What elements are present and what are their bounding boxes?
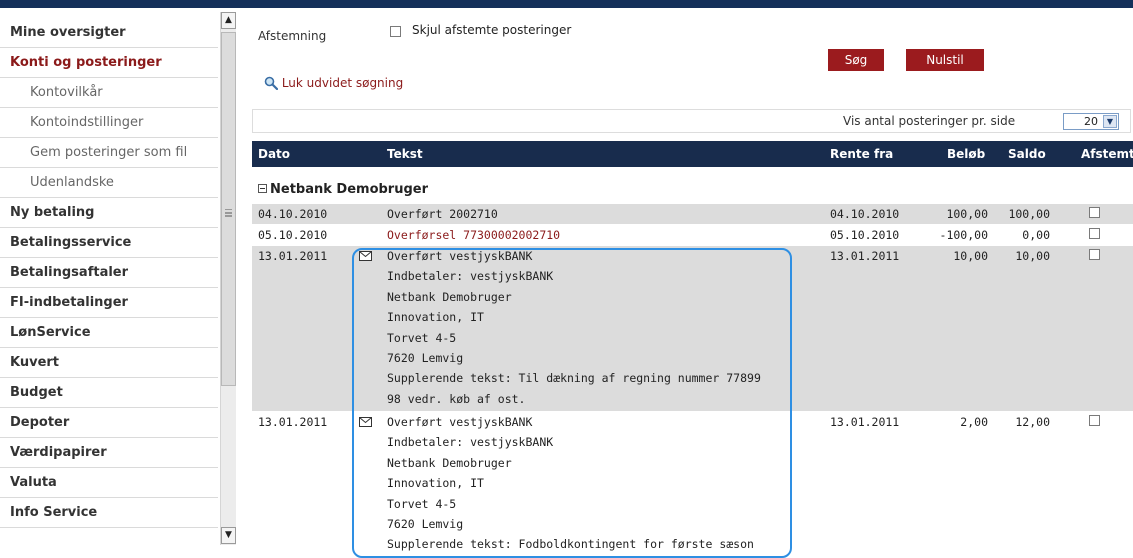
sidebar-item-gem-posteringer[interactable]: Gem posteringer som fil: [0, 138, 218, 168]
table-row: 05.10.2010 Overførsel 77300002002710 05.…: [252, 225, 1133, 245]
sidebar-item-kuvert[interactable]: Kuvert: [0, 348, 218, 378]
col-tekst[interactable]: Tekst: [387, 147, 423, 161]
hide-reconciled-label: Skjul afstemte posteringer: [412, 23, 572, 37]
close-extended-search-label: Luk udvidet søgning: [281, 76, 404, 90]
group-name: Netbank Demobruger: [270, 182, 429, 197]
row-text: Overførsel 77300002002710: [387, 225, 560, 245]
reset-button[interactable]: Nulstil: [906, 49, 984, 71]
table-header: Dato Tekst Rente fra Beløb Saldo Afstemt: [252, 141, 1133, 167]
sidebar-item-info-service[interactable]: Info Service: [0, 498, 218, 528]
row-amount: 10,00: [953, 249, 988, 263]
sidebar-item-udenlandske[interactable]: Udenlandske: [0, 168, 218, 198]
sidebar-item-depoter[interactable]: Depoter: [0, 408, 218, 438]
sidebar-item-kontoindstillinger[interactable]: Kontoindstillinger: [0, 108, 218, 138]
highlight-annotation: [352, 248, 792, 558]
col-rente-fra[interactable]: Rente fra: [830, 147, 893, 161]
close-extended-search-link[interactable]: Luk udvidet søgning: [264, 76, 403, 90]
reconciled-checkbox[interactable]: [1089, 249, 1100, 260]
sidebar-item-vaerdipapirer[interactable]: Værdipapirer: [0, 438, 218, 468]
row-balance: 12,00: [1015, 415, 1050, 429]
row-amount: 2,00: [960, 415, 988, 429]
row-date: 05.10.2010: [258, 228, 328, 242]
per-page-bar: Vis antal posteringer pr. side 20 ▼: [252, 109, 1131, 133]
row-interest-date: 05.10.2010: [830, 228, 900, 242]
row-interest-date: 13.01.2011: [830, 415, 900, 429]
afstemning-label: Afstemning: [258, 29, 327, 43]
sidebar-item-valuta[interactable]: Valuta: [0, 468, 218, 498]
col-saldo[interactable]: Saldo: [1008, 147, 1046, 161]
hide-reconciled-checkbox[interactable]: [390, 26, 401, 37]
col-beloeb[interactable]: Beløb: [947, 147, 985, 161]
sidebar-item-kontovilkaar[interactable]: Kontovilkår: [0, 78, 218, 108]
row-interest-date: 04.10.2010: [830, 207, 900, 221]
row-interest-date: 13.01.2011: [830, 249, 900, 263]
per-page-label: Vis antal posteringer pr. side: [843, 114, 1016, 128]
row-date: 13.01.2011: [258, 415, 328, 429]
reconciled-checkbox[interactable]: [1089, 207, 1100, 218]
search-button[interactable]: Søg: [828, 49, 884, 71]
sidebar-item-fi-indbetalinger[interactable]: FI-indbetalinger: [0, 288, 218, 318]
row-amount: -100,00: [939, 228, 988, 242]
reconciled-checkbox[interactable]: [1089, 228, 1100, 239]
row-amount: 100,00: [946, 207, 988, 221]
table-row: 04.10.2010 Overført 2002710 04.10.2010 1…: [252, 204, 1133, 224]
grip-icon: [225, 209, 232, 211]
scroll-down-button[interactable]: ▼: [221, 527, 236, 544]
row-date: 04.10.2010: [258, 207, 328, 221]
row-date: 13.01.2011: [258, 249, 328, 263]
collapse-icon[interactable]: [258, 184, 267, 193]
group-header[interactable]: Netbank Demobruger: [258, 182, 428, 197]
sidebar-item-ny-betaling[interactable]: Ny betaling: [0, 198, 218, 228]
row-balance: 0,00: [1022, 228, 1050, 242]
col-dato[interactable]: Dato: [258, 147, 290, 161]
scrollbar-thumb[interactable]: [221, 32, 236, 386]
scroll-up-button[interactable]: ▲: [221, 12, 236, 29]
row-text: Overført 2002710: [387, 204, 498, 224]
sidebar-item-budget[interactable]: Budget: [0, 378, 218, 408]
sidebar: Mine oversigter Konti og posteringer Kon…: [0, 12, 218, 545]
sidebar-item-konti-og-posteringer[interactable]: Konti og posteringer: [0, 48, 218, 78]
sidebar-item-mine-oversigter[interactable]: Mine oversigter: [0, 18, 218, 48]
sidebar-scrollbar[interactable]: ▲ ▼: [220, 12, 236, 545]
sidebar-item-loenservice[interactable]: LønService: [0, 318, 218, 348]
col-afstemt[interactable]: Afstemt: [1081, 147, 1133, 161]
sidebar-item-betalingsaftaler[interactable]: Betalingsaftaler: [0, 258, 218, 288]
per-page-value: 20: [1084, 115, 1098, 128]
transaction-link[interactable]: Overførsel 77300002002710: [387, 225, 560, 245]
row-text-line: Overført 2002710: [387, 207, 498, 221]
row-balance: 100,00: [1008, 207, 1050, 221]
row-balance: 10,00: [1015, 249, 1050, 263]
sidebar-item-betalingsservice[interactable]: Betalingsservice: [0, 228, 218, 258]
magnifier-icon: [264, 76, 278, 90]
top-bar: [0, 0, 1133, 8]
chevron-down-icon[interactable]: ▼: [1103, 115, 1117, 128]
reconciled-checkbox[interactable]: [1089, 415, 1100, 426]
per-page-select[interactable]: 20 ▼: [1063, 113, 1119, 130]
